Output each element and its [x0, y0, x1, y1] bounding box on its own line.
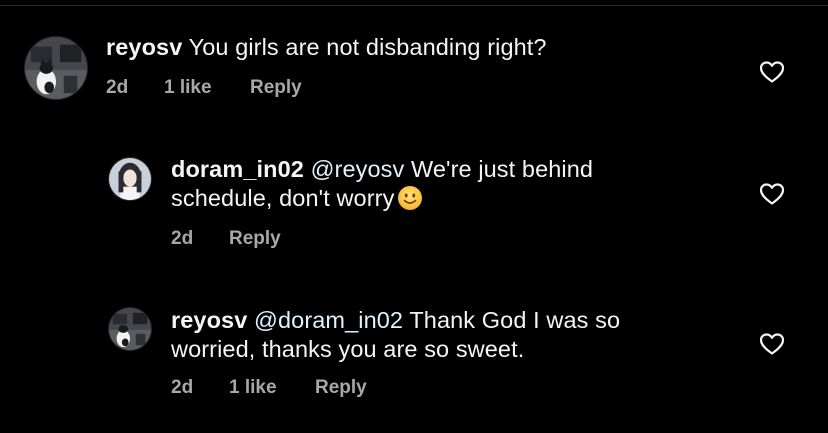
heart-outline-icon [759, 61, 785, 83]
cat-photo-avatar-icon [109, 308, 151, 350]
top-divider [0, 5, 828, 6]
heart-outline-icon [759, 183, 785, 205]
avatar[interactable] [108, 157, 152, 201]
username[interactable]: reyosv [171, 307, 247, 333]
like-count[interactable]: 1 like [229, 377, 315, 399]
reply-text: doram_in02 @reyosv We're just behind sch… [171, 155, 593, 213]
reply-body-line2: schedule, don't worry [171, 185, 395, 211]
avatar[interactable] [108, 307, 152, 351]
mention-link[interactable]: @reyosv [311, 156, 405, 182]
reply-meta: 2d Reply [171, 228, 281, 250]
avatar[interactable] [24, 36, 88, 100]
reply-body-line1: Thank God I was so [409, 307, 621, 333]
like-button[interactable] [759, 182, 785, 206]
mention-link[interactable]: @doram_in02 [254, 307, 403, 333]
comment-meta: 2d 1 like Reply [106, 77, 302, 99]
reply-button[interactable]: Reply [229, 228, 281, 250]
slightly-smiling-face-emoji-icon [397, 185, 423, 211]
like-button[interactable] [759, 60, 785, 84]
username[interactable]: reyosv [106, 34, 182, 60]
timestamp: 2d [171, 377, 194, 398]
reply-text: reyosv @doram_in02 Thank God I was so wo… [171, 306, 620, 364]
like-button[interactable] [759, 332, 785, 356]
like-count[interactable]: 1 like [164, 77, 250, 99]
cat-photo-avatar-icon [25, 37, 87, 99]
reply-body-line2: worried, thanks you are so sweet. [171, 336, 525, 362]
comment-text: reyosv You girls are not disbanding righ… [106, 33, 547, 62]
reply-button[interactable]: Reply [250, 77, 302, 99]
timestamp: 2d [106, 77, 129, 98]
username[interactable]: doram_in02 [171, 156, 304, 182]
heart-outline-icon [759, 333, 785, 355]
timestamp: 2d [171, 228, 194, 249]
reply-meta: 2d 1 like Reply [171, 377, 367, 399]
comment-body: You girls are not disbanding right? [188, 34, 547, 60]
reply-body-line1: We're just behind [410, 156, 594, 182]
woman-portrait-avatar-icon [109, 158, 151, 200]
reply-button[interactable]: Reply [315, 377, 367, 399]
